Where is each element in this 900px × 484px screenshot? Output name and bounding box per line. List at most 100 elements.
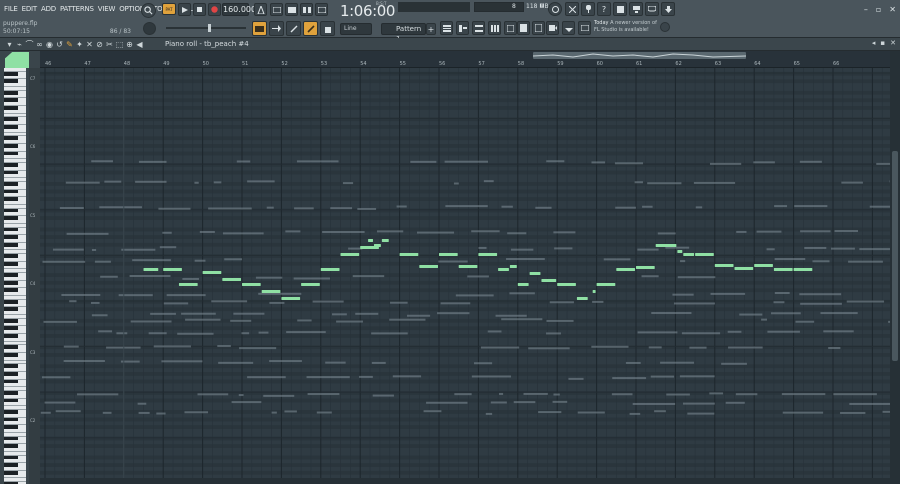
pattern-add-icon[interactable]: + [426,23,436,35]
update-icon[interactable] [660,22,670,32]
piano-roll-note[interactable] [202,271,222,274]
piano-roll-note[interactable] [498,268,509,271]
pattern-selector[interactable]: Pattern 1 [381,23,426,43]
piano-roll-note[interactable] [793,268,813,271]
plugin-picker-icon[interactable] [504,21,517,35]
piano-roll-note[interactable] [616,268,635,271]
snap-selector[interactable]: Line [340,23,372,35]
download-icon[interactable] [661,2,675,16]
menu-arrow-icon[interactable]: ▾ [6,40,13,49]
pencil-tool-icon[interactable] [303,21,318,36]
touch-keyboard-icon[interactable] [578,21,591,35]
piano-roll-note[interactable] [683,253,695,256]
chat-icon[interactable] [645,2,659,16]
draw-tool-icon[interactable] [286,21,301,36]
horizontal-scrollbar[interactable] [40,478,890,484]
piano-roll-note[interactable] [671,244,677,247]
cut-icon[interactable] [565,2,579,16]
maximize-icon[interactable]: ▫ [876,5,881,14]
detach-icon[interactable]: ◂ [872,39,876,47]
record-icon[interactable]: ◉ [46,40,53,49]
piano-roll-note[interactable] [242,283,261,286]
zoom-icon[interactable]: ⊕ [126,40,133,49]
piano-roll-note[interactable] [677,250,683,253]
piano-roll-note[interactable] [529,272,541,275]
menu-patterns[interactable]: PATTERNS [58,3,96,15]
piano-roll-note[interactable] [592,290,596,293]
blend-notes-icon[interactable] [300,3,313,16]
stop-button[interactable] [193,3,206,16]
typing-keyboard-icon[interactable] [252,21,267,36]
timeline-ruler[interactable]: 46 47 48 49 50 51 52 53 54 55 56 57 58 59 60 61 62 63 64 65… [40,51,890,68]
piano-roll-note[interactable] [163,268,182,271]
menu-edit[interactable]: EDIT [20,3,39,15]
draw-pencil-icon[interactable]: ✎ [66,40,73,49]
piano-roll-note[interactable] [368,239,373,242]
video-icon[interactable] [546,21,559,35]
menu-file[interactable]: FILE [2,3,20,15]
piano-roll-note[interactable] [340,253,360,256]
countdown-icon[interactable] [285,3,298,16]
piano-roll-note[interactable] [754,264,773,267]
piano-roll-note[interactable] [419,265,438,268]
piano-roll-note[interactable] [458,265,478,268]
select-icon[interactable]: ⬚ [116,40,124,49]
undo-icon[interactable]: ↺ [56,40,63,49]
piano-roll-note[interactable] [557,283,576,286]
magnet-icon[interactable]: ⌁ [16,40,23,49]
cpu-meter-icon[interactable] [548,2,562,16]
piano-roll-note[interactable] [509,265,517,268]
piano-roll-note[interactable] [261,290,281,293]
piano-roll-note[interactable] [541,279,557,282]
news-panel[interactable]: Today A newer version of FL Studio is av… [594,20,662,34]
piano-roll-note[interactable] [439,253,458,256]
piano-roll-note[interactable] [517,283,529,286]
mute-icon[interactable]: ⊘ [96,40,103,49]
step-edit-icon[interactable] [269,21,284,36]
wait-input-icon[interactable] [270,3,283,16]
piano-keyboard[interactable] [4,68,26,484]
piano-roll-note[interactable] [178,283,198,286]
browser-icon[interactable] [517,21,530,35]
piano-roll-note[interactable] [381,239,389,242]
tempo-display[interactable]: 160.000 [222,3,256,16]
link-icon[interactable]: ∞ [36,40,43,49]
audio-input-icon[interactable] [320,21,335,36]
play-button[interactable] [178,3,191,16]
piano-roll-icon[interactable] [456,21,469,35]
loop-record-icon[interactable] [315,3,328,16]
tempo-tapper-icon[interactable] [562,21,575,35]
help-icon[interactable]: ? [597,2,611,16]
paint-brush-icon[interactable]: ✦ [76,40,83,49]
piano-roll-note[interactable] [695,253,714,256]
delete-icon[interactable]: ✕ [86,40,93,49]
close-icon[interactable]: ✕ [889,5,896,14]
menu-add[interactable]: ADD [39,3,58,15]
piano-roll-note[interactable] [301,283,320,286]
microphone-icon[interactable] [581,2,595,16]
channel-rack-icon[interactable] [472,21,485,35]
piano-roll-note[interactable] [773,268,793,271]
piano-roll-note[interactable] [373,244,381,247]
piano-roll-note[interactable] [222,278,241,281]
master-pitch-knob[interactable] [143,22,156,35]
metronome-icon[interactable] [254,3,267,16]
slice-icon[interactable]: ✂ [106,40,113,49]
pat-song-toggle[interactable]: PAT [162,3,176,15]
note-grid-canvas[interactable] [40,68,890,484]
record-button[interactable] [208,3,221,16]
piano-roll-note[interactable] [576,297,588,300]
close-piano-roll-icon[interactable]: ✕ [890,39,896,47]
export-icon[interactable] [629,2,643,16]
master-volume-slider[interactable] [166,24,246,32]
playback-icon[interactable]: ◀ [136,40,143,49]
overview-strip[interactable] [532,52,747,59]
minimize-icon[interactable]: – [864,5,868,14]
piano-roll-note[interactable] [734,267,754,270]
search-icon[interactable] [141,3,156,18]
piano-roll-note[interactable] [281,297,301,300]
snap-icon[interactable]: ⌒ [26,40,34,49]
vertical-scroll-thumb[interactable] [892,151,898,361]
mixer-icon[interactable] [488,21,501,35]
piano-roll-note[interactable] [596,283,616,286]
